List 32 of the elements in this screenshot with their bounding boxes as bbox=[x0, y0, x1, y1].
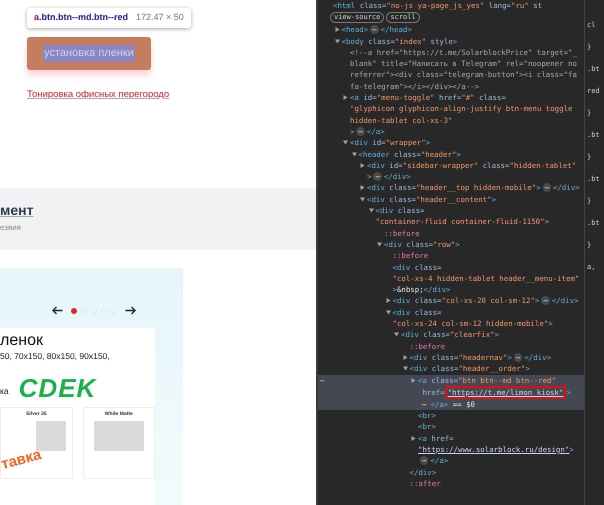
triangle-down-icon[interactable] bbox=[402, 366, 408, 372]
photo-placeholder bbox=[94, 420, 144, 450]
delivery-text: ка bbox=[0, 385, 9, 398]
partition-tinting-link[interactable]: Тонировка офисных перегородо bbox=[27, 88, 316, 102]
triangle-down-icon[interactable] bbox=[377, 242, 382, 247]
triangle-down-icon[interactable] bbox=[334, 38, 340, 44]
triangle-down-icon[interactable] bbox=[368, 208, 374, 214]
triangle-right-icon[interactable] bbox=[402, 354, 408, 360]
photo-placeholder bbox=[36, 420, 66, 450]
selector-tag: a bbox=[34, 11, 40, 24]
banner-title: ленок bbox=[0, 332, 44, 350]
triangle-down-icon[interactable] bbox=[394, 332, 399, 338]
arrow-right-icon[interactable] bbox=[125, 306, 136, 316]
banner-sizes: 50, 70x150, 80x150, 90x150, bbox=[0, 350, 111, 363]
triangle-down-icon[interactable] bbox=[352, 152, 356, 157]
triangle-right-icon[interactable] bbox=[386, 298, 390, 304]
delivery-logo: CDEK bbox=[18, 375, 96, 401]
triangle-down-icon[interactable] bbox=[360, 196, 365, 202]
triangle-right-icon[interactable] bbox=[411, 436, 416, 441]
triangle-right-icon[interactable] bbox=[360, 185, 365, 190]
triangle-right-icon[interactable] bbox=[411, 378, 416, 382]
triangle-down-icon[interactable] bbox=[343, 140, 348, 146]
triangle-right-icon[interactable] bbox=[360, 162, 365, 168]
triangle-right-icon[interactable] bbox=[343, 95, 348, 100]
section-subtitle: езвия bbox=[0, 222, 22, 234]
section-title: мент bbox=[0, 202, 34, 218]
arrow-left-icon[interactable] bbox=[52, 306, 63, 316]
selector-classes: .btn.btn--md.btn--red bbox=[39, 11, 128, 24]
triangle-down-icon[interactable] bbox=[386, 310, 390, 315]
stamp-text: тавка bbox=[0, 447, 44, 473]
triangle-right-icon[interactable] bbox=[334, 27, 340, 32]
element-size: 172.47 × 50 bbox=[136, 11, 184, 24]
